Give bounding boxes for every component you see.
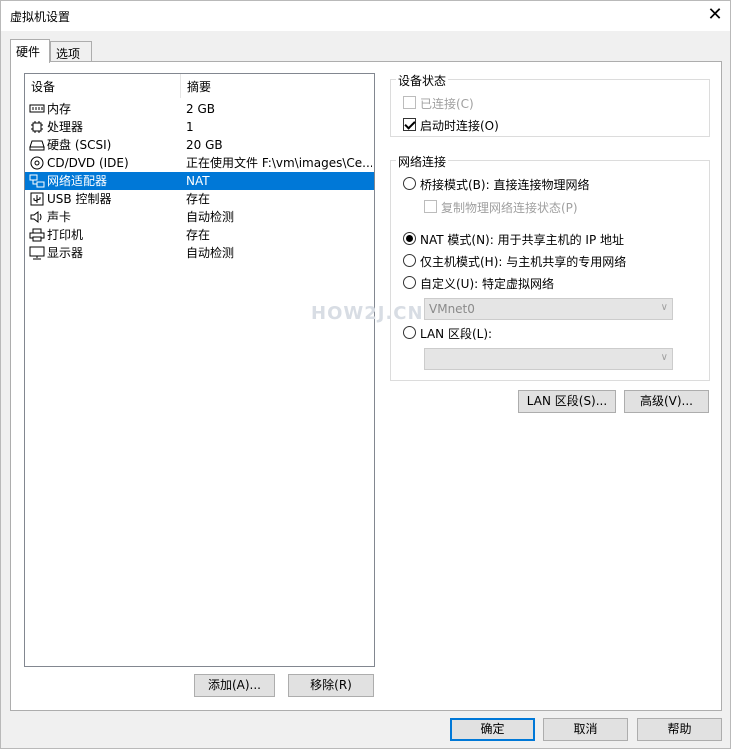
- add-device-button[interactable]: 添加(A)...: [194, 674, 275, 697]
- device-row-hard-disk[interactable]: 硬盘 (SCSI) 20 GB: [25, 136, 374, 154]
- device-row-sound-card[interactable]: 声卡 自动检测: [25, 208, 374, 226]
- hardware-panel: 设备 摘要 内存 2 GB 处理器 1 硬盘 (SCSI) 20 GB CD/D…: [10, 61, 722, 711]
- remove-device-button[interactable]: 移除(R): [288, 674, 374, 697]
- cancel-button[interactable]: 取消: [543, 718, 628, 741]
- sound-card-icon: [30, 211, 42, 223]
- chevron-down-icon: ∨: [660, 352, 668, 363]
- printer-icon: [29, 228, 45, 242]
- device-row-processor[interactable]: 处理器 1: [25, 118, 374, 136]
- device-row-memory[interactable]: 内存 2 GB: [25, 100, 374, 118]
- ok-button[interactable]: 确定: [450, 718, 535, 741]
- bridged-label: 桥接模式(B): 直接连接物理网络: [420, 178, 590, 192]
- custom-label: 自定义(U): 特定虚拟网络: [420, 277, 555, 291]
- lan-segment-radio[interactable]: [403, 326, 416, 339]
- device-name: CD/DVD (IDE): [47, 156, 129, 170]
- device-name: 声卡: [47, 210, 72, 224]
- custom-radio[interactable]: [403, 276, 416, 289]
- device-name: 网络适配器: [47, 174, 108, 188]
- watermark: HOW2J.CN: [311, 303, 424, 324]
- tab-hardware[interactable]: 硬件: [10, 39, 50, 63]
- help-button[interactable]: 帮助: [637, 718, 722, 741]
- device-summary: 1: [186, 120, 194, 134]
- connected-checkbox[interactable]: [403, 96, 416, 109]
- device-summary: 2 GB: [186, 102, 215, 116]
- replicate-state-label: 复制物理网络连接状态(P): [441, 201, 578, 215]
- device-name: USB 控制器: [47, 192, 112, 206]
- device-row-network-adapter[interactable]: 网络适配器 NAT: [25, 172, 374, 190]
- device-row-display[interactable]: 显示器 自动检测: [25, 244, 374, 262]
- device-name: 内存: [47, 102, 72, 116]
- hard-disk-icon: [29, 140, 45, 151]
- network-adapter-icon: [29, 174, 45, 188]
- vm-settings-window: 虚拟机设置 ✕ 硬件 选项 设备 摘要 内存 2 GB 处理器 1 硬盘 (SC…: [0, 0, 731, 749]
- device-name: 处理器: [47, 120, 84, 134]
- device-summary: 存在: [186, 228, 211, 242]
- cd-dvd-icon: [30, 156, 44, 170]
- lan-segments-button[interactable]: LAN 区段(S)...: [518, 390, 616, 413]
- connect-at-power-on-label: 启动时连接(O): [420, 119, 499, 133]
- device-name: 打印机: [47, 228, 84, 242]
- device-list[interactable]: 设备 摘要 内存 2 GB 处理器 1 硬盘 (SCSI) 20 GB CD/D…: [24, 73, 375, 667]
- device-summary: 自动检测: [186, 246, 235, 260]
- connect-at-power-on-checkbox[interactable]: [403, 118, 416, 131]
- usb-controller-icon: [30, 192, 44, 206]
- tab-options-label: 选项: [56, 47, 81, 61]
- display-icon: [29, 246, 45, 260]
- nat-label: NAT 模式(N): 用于共享主机的 IP 地址: [420, 233, 625, 247]
- lan-segment-select[interactable]: ∨: [424, 348, 673, 370]
- device-row-usb-controller[interactable]: USB 控制器 存在: [25, 190, 374, 208]
- device-summary: 正在使用文件 F:\vm\images\Ce...: [186, 156, 372, 170]
- column-header-device[interactable]: 设备: [25, 74, 181, 98]
- device-summary: 自动检测: [186, 210, 235, 224]
- lan-segment-label: LAN 区段(L):: [420, 327, 493, 341]
- custom-network-value: VMnet0: [429, 302, 475, 316]
- device-list-header: 设备 摘要: [25, 74, 374, 98]
- custom-network-select[interactable]: VMnet0 ∨: [424, 298, 673, 320]
- replicate-state-checkbox[interactable]: [424, 200, 437, 213]
- tab-options[interactable]: 选项: [50, 41, 92, 63]
- chevron-down-icon: ∨: [660, 302, 668, 313]
- title-bar: 虚拟机设置 ✕: [1, 1, 730, 31]
- column-header-summary[interactable]: 摘要: [181, 74, 374, 98]
- host-only-label: 仅主机模式(H): 与主机共享的专用网络: [420, 255, 627, 269]
- memory-icon: [29, 104, 45, 113]
- device-name: 显示器: [47, 246, 84, 260]
- host-only-radio[interactable]: [403, 254, 416, 267]
- tab-hardware-label: 硬件: [16, 45, 41, 59]
- device-row-cd-dvd[interactable]: CD/DVD (IDE) 正在使用文件 F:\vm\images\Ce...: [25, 154, 374, 172]
- device-summary: NAT: [186, 174, 210, 188]
- device-summary: 20 GB: [186, 138, 223, 152]
- device-row-printer[interactable]: 打印机 存在: [25, 226, 374, 244]
- connected-label: 已连接(C): [420, 97, 474, 111]
- device-name: 硬盘 (SCSI): [47, 138, 112, 152]
- bridged-radio[interactable]: [403, 177, 416, 190]
- advanced-button[interactable]: 高级(V)...: [624, 390, 709, 413]
- device-summary: 存在: [186, 192, 211, 206]
- network-connection-title: 网络连接: [396, 153, 449, 170]
- device-status-title: 设备状态: [396, 72, 449, 89]
- nat-radio[interactable]: [403, 232, 416, 245]
- processor-icon: [31, 121, 43, 133]
- close-icon[interactable]: ✕: [700, 1, 730, 31]
- window-title: 虚拟机设置: [10, 10, 71, 24]
